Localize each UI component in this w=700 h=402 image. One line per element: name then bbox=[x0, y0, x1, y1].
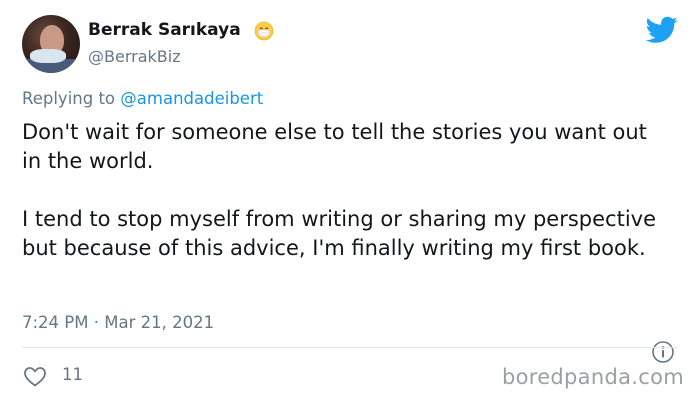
heart-icon[interactable] bbox=[22, 364, 48, 388]
avatar-cup bbox=[30, 49, 66, 63]
tweet-text: Don't wait for someone else to tell the … bbox=[22, 118, 672, 263]
like-count: 11 bbox=[62, 365, 83, 384]
info-icon[interactable] bbox=[651, 340, 675, 364]
replying-to-label: Replying to bbox=[22, 89, 121, 108]
timestamp[interactable]: 7:24 PM · Mar 21, 2021 bbox=[22, 313, 214, 332]
tweet-paragraph: I tend to stop myself from writing or sh… bbox=[22, 207, 656, 260]
avatar[interactable] bbox=[22, 15, 80, 73]
divider bbox=[22, 347, 678, 348]
watermark: boredpanda.com bbox=[501, 365, 684, 389]
twitter-bird-icon[interactable] bbox=[646, 16, 678, 44]
tweet-paragraph: Don't wait for someone else to tell the … bbox=[22, 120, 647, 173]
face-with-medical-mask-icon bbox=[254, 21, 274, 41]
reply-mention-link[interactable]: @amandadeibert bbox=[120, 89, 263, 108]
tweet-card: Berrak Sarıkaya @BerrakBiz Replying to @… bbox=[0, 0, 700, 402]
replying-to: Replying to @amandadeibert bbox=[22, 89, 263, 108]
display-name[interactable]: Berrak Sarıkaya bbox=[88, 20, 241, 40]
user-handle[interactable]: @BerrakBiz bbox=[88, 47, 181, 66]
